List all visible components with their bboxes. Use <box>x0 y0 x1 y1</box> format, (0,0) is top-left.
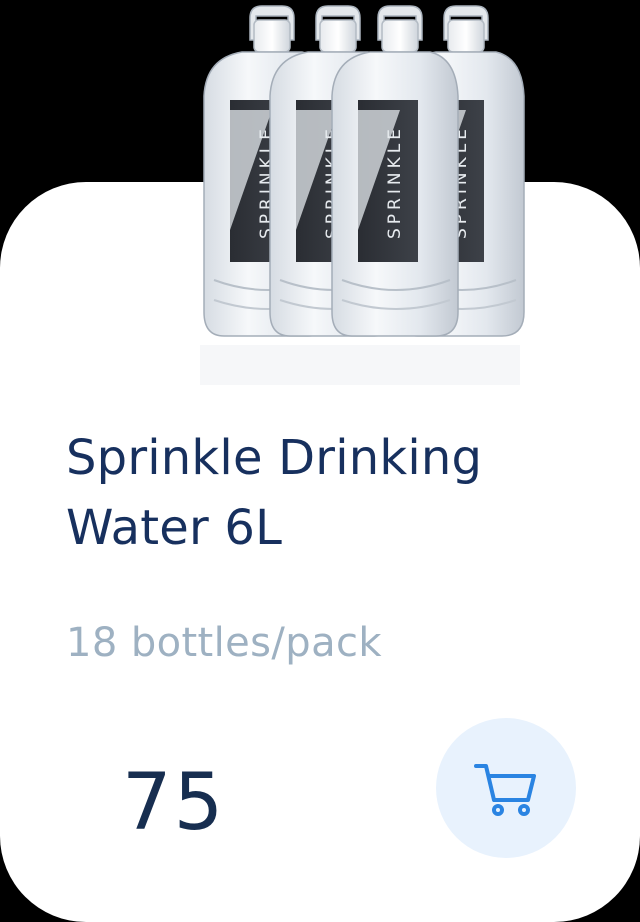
product-image: SPRINKLE <box>200 5 525 385</box>
product-price: 75 <box>122 758 226 848</box>
add-to-cart-button[interactable] <box>436 718 576 858</box>
shopping-cart-icon <box>474 764 536 816</box>
product-name: Sprinkle Drinking Water 6L <box>66 430 483 556</box>
product-pack-info: 18 bottles/pack <box>66 620 382 666</box>
